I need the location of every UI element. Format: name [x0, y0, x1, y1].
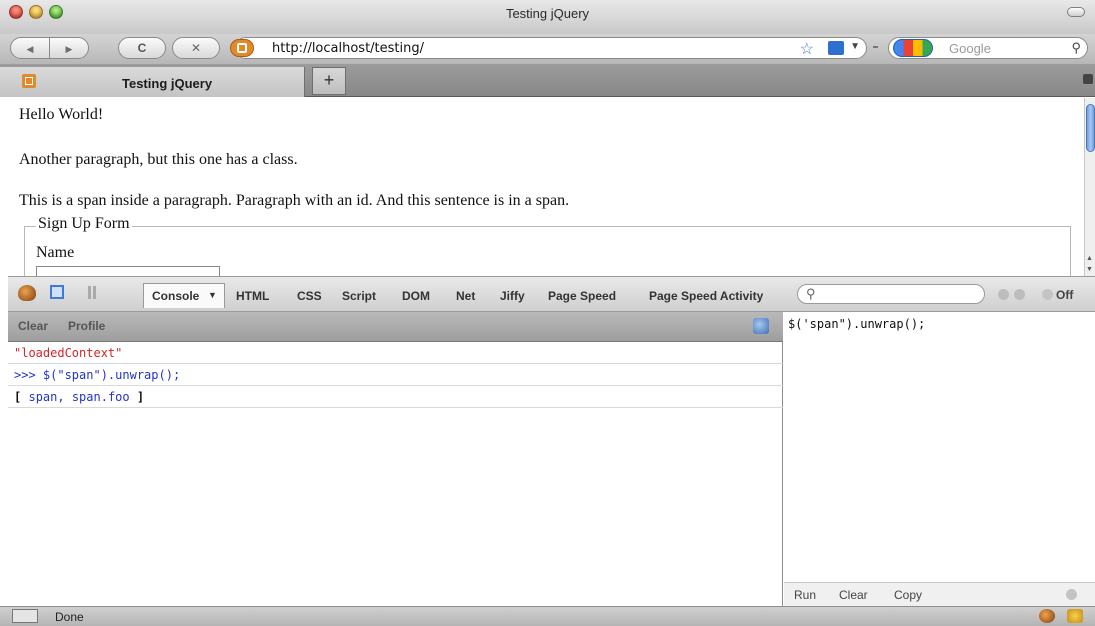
search-icon[interactable]: ⚲	[1071, 40, 1081, 56]
status-bar: Done	[0, 606, 1095, 626]
page-content: Hello World! Another paragraph, but this…	[8, 98, 1085, 276]
log-text: "loadedContext"	[14, 346, 123, 360]
chevron-down-icon[interactable]: ▼	[850, 41, 860, 52]
console-tab-label: Console	[152, 289, 200, 303]
stop-button[interactable]: ✕	[172, 37, 220, 59]
firebug-status-icon[interactable]	[1039, 609, 1055, 623]
result-item-span-foo[interactable]: span.foo	[72, 390, 130, 404]
search-icon: ⚲	[806, 286, 816, 301]
close-editor-icon[interactable]	[1066, 589, 1077, 600]
log-row: >>> $("span").unwrap();	[8, 364, 783, 386]
paragraph-hello: Hello World!	[19, 106, 104, 123]
tab-testing-jquery[interactable]: Testing jQuery	[0, 67, 305, 97]
tab-script[interactable]: Script	[342, 289, 376, 303]
command-editor-text[interactable]: $('span").unwrap();	[788, 317, 925, 331]
tab-dom[interactable]: DOM	[402, 289, 430, 303]
clear-button[interactable]: Clear	[18, 319, 48, 333]
log-text: >>> $("span").unwrap();	[14, 368, 181, 382]
feed-icon[interactable]	[828, 41, 844, 55]
search-engine-dot	[873, 46, 878, 48]
scrollbar-thumb[interactable]	[1086, 104, 1095, 152]
tab-favicon-icon	[22, 74, 36, 88]
chevron-down-icon: ▼	[208, 290, 217, 300]
console-log-panel: Clear Profile "loadedContext" >>> $("spa…	[8, 312, 783, 606]
bookmark-star-icon[interactable]: ☆	[800, 39, 814, 59]
forward-button[interactable]: ▶	[49, 37, 89, 59]
firebug-search-input[interactable]: ⚲	[797, 284, 985, 304]
page-scrollbar[interactable]: ▲ ▼	[1084, 98, 1095, 276]
tab-css[interactable]: CSS	[297, 289, 322, 303]
firebug-bug-icon[interactable]	[18, 285, 36, 301]
scroll-up-arrow-icon[interactable]: ▲	[1086, 255, 1093, 262]
result-open-bracket: [	[14, 390, 22, 404]
toolbar-toggle-button[interactable]	[1067, 7, 1085, 17]
window-titlebar: Testing jQuery	[0, 0, 1095, 34]
run-button[interactable]: Run	[794, 588, 816, 602]
resize-handle-icon[interactable]	[12, 609, 38, 623]
search-input[interactable]: Google ⚲	[888, 37, 1088, 59]
paragraph-class: Another paragraph, but this one has a cl…	[19, 151, 298, 168]
search-placeholder: Google	[949, 41, 991, 56]
minimize-panel-icon[interactable]	[998, 289, 1009, 300]
console-sub-toolbar: Clear Profile	[8, 312, 783, 342]
inspect-icon[interactable]	[50, 285, 64, 299]
addon-status-icon[interactable]	[1067, 609, 1083, 623]
tab-net[interactable]: Net	[456, 289, 475, 303]
clear-editor-button[interactable]: Clear	[839, 588, 868, 602]
tab-html[interactable]: HTML	[236, 289, 269, 303]
name-input[interactable]	[36, 266, 220, 276]
site-favicon-icon	[230, 39, 254, 57]
google-logo-icon[interactable]	[893, 39, 933, 57]
log-row: "loadedContext"	[8, 342, 783, 364]
detach-panel-icon[interactable]	[1014, 289, 1025, 300]
off-icon[interactable]	[1042, 289, 1053, 300]
back-button[interactable]: ◀	[10, 37, 50, 59]
tab-page-speed-activity[interactable]: Page Speed Activity	[649, 289, 763, 303]
firebug-toolbar: Console ▼ HTML CSS Script DOM Net Jiffy …	[8, 276, 1095, 312]
tab-page-speed[interactable]: Page Speed	[548, 289, 616, 303]
tab-strip: Testing jQuery +	[0, 64, 1095, 97]
forward-arrow-icon: ▶	[65, 44, 73, 54]
name-label: Name	[36, 244, 75, 261]
tab-label: Testing jQuery	[122, 76, 213, 91]
result-close-bracket: ]	[136, 390, 145, 404]
command-editor-footer: Run Clear Copy	[784, 582, 1095, 606]
url-bar[interactable]: http://localhost/testing/ ☆ ▼	[230, 37, 867, 59]
window-title: Testing jQuery	[505, 6, 590, 21]
back-arrow-icon: ◀	[26, 44, 34, 54]
reload-icon: C	[137, 41, 147, 55]
pause-icon[interactable]	[88, 286, 96, 299]
copy-button[interactable]: Copy	[894, 588, 922, 602]
paragraph-span: This is a span inside a paragraph. Parag…	[19, 192, 570, 209]
tab-jiffy[interactable]: Jiffy	[500, 289, 525, 303]
status-text: Done	[55, 610, 84, 624]
stop-icon: ✕	[190, 41, 202, 55]
plus-icon: +	[323, 70, 335, 90]
profile-button[interactable]: Profile	[68, 319, 105, 333]
fieldset-legend: Sign Up Form	[36, 215, 132, 233]
reload-button[interactable]: C	[118, 37, 166, 59]
command-editor-panel[interactable]: $('span").unwrap(); Run Clear Copy	[784, 312, 1095, 606]
off-button[interactable]: Off	[1056, 288, 1073, 302]
url-text: http://localhost/testing/	[272, 41, 425, 56]
larger-command-line-icon[interactable]	[753, 318, 769, 334]
tab-console[interactable]: Console ▼	[143, 283, 225, 308]
tab-list-icon[interactable]	[1083, 74, 1093, 84]
browser-toolbar: ◀ ▶ C ✕ http://localhost/testing/ ☆ ▼ Go…	[0, 34, 1095, 64]
new-tab-button[interactable]: +	[312, 67, 346, 95]
log-row-result: [ span, span.foo ]	[8, 386, 783, 408]
scroll-down-arrow-icon[interactable]: ▼	[1086, 266, 1093, 273]
result-item-span[interactable]: span,	[28, 390, 64, 404]
